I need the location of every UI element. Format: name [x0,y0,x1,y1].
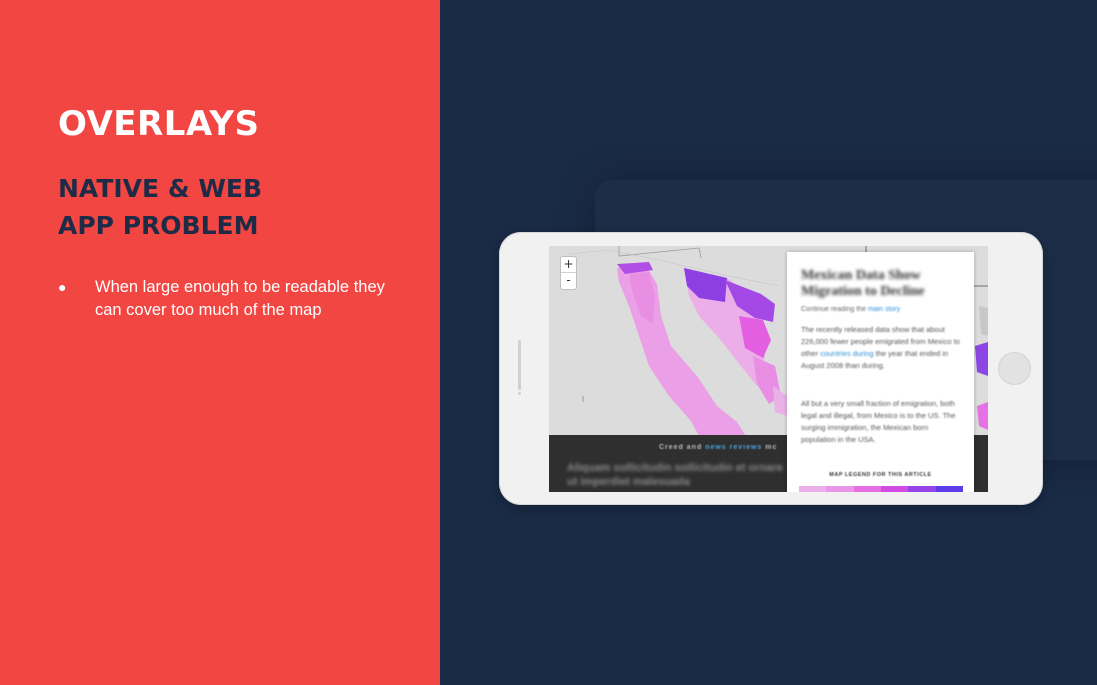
map-legend [799,486,963,492]
subtitle-line-2: APP PROBLEM [58,211,259,240]
slide-title: OVERLAYS [58,104,260,144]
overlay-byline: Continue reading the main story [801,306,900,313]
legend-title: MAP LEGEND FOR THIS ARTICLE [829,472,932,478]
credit-suffix: mc [765,444,778,451]
overlay-paragraph-1: The recently released data show that abo… [801,324,961,372]
phone-screen: + - Creed and news reviews mc Aliquam so… [549,246,988,492]
legend-swatch [826,486,854,492]
left-panel: OVERLAYS NATIVE & WEB APP PROBLEM ● When… [0,0,440,685]
overlay-paragraph-2: All but a very small fraction of emigrat… [801,399,956,444]
legend-swatch [853,486,881,492]
home-button[interactable] [998,352,1031,385]
bullet-text: When large enough to be readable they ca… [95,278,385,319]
sensor-dot-icon [518,392,521,395]
subtitle-line-1: NATIVE & WEB [58,174,263,203]
slide-subtitle: NATIVE & WEB APP PROBLEM [58,170,262,244]
credit-line: Creed and news reviews mc [659,444,777,451]
credit-link[interactable]: news reviews [705,444,762,451]
region-east-1[interactable] [975,342,988,376]
info-overlay-panel[interactable]: Mexican Data Show Migration to Decline C… [787,252,974,492]
byline-prefix: Continue reading the [801,306,866,313]
legend-swatch [799,486,827,492]
article-heading: Aliquam sollicitudin sollicitudin et orn… [567,462,783,488]
bullet-dot-icon: ● [58,279,67,295]
zoom-in-button[interactable]: + [561,257,576,273]
speaker-icon [518,340,521,390]
bullet-list: ● When large enough to be readable they … [58,276,405,322]
paragraph-1-link[interactable]: countries during [820,349,873,358]
byline-link[interactable]: main story [868,306,900,313]
legend-swatch [908,486,936,492]
credit-prefix: Creed and [659,444,703,451]
sensor-dot-icon [518,384,521,387]
legend-swatch [880,486,909,492]
phone-mockup: + - Creed and news reviews mc Aliquam so… [499,232,1043,505]
overlay-title: Mexican Data Show Migration to Decline [801,268,925,299]
zoom-out-button[interactable]: - [561,273,576,289]
legend-swatch [935,486,963,492]
zoom-controls: + - [560,256,577,290]
bullet-item: ● When large enough to be readable they … [58,276,405,322]
